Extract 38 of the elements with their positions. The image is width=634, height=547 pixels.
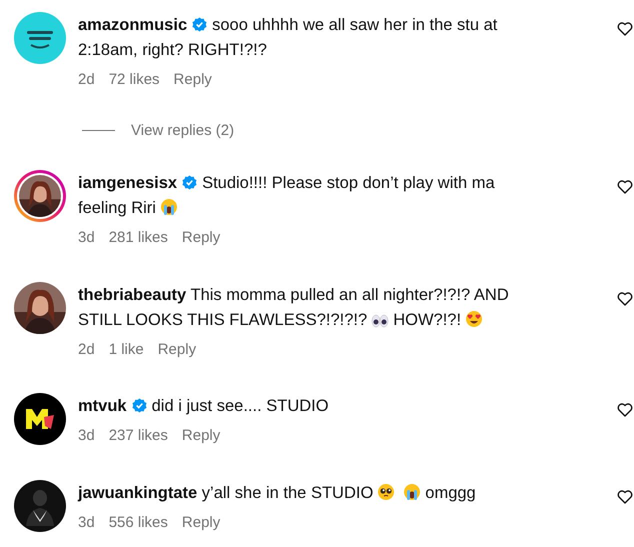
like-count: 556 likes	[108, 512, 168, 532]
like-count: 281 likes	[108, 228, 168, 248]
reply-button[interactable]: Reply	[182, 512, 220, 534]
comment-text: mtvuk did i just see.... STUDIO	[78, 396, 330, 417]
username-link[interactable]: thebriabeauty	[78, 286, 186, 304]
heart-eyes-face-icon	[465, 310, 484, 328]
like-heart-icon[interactable]	[617, 22, 633, 36]
comment-text: jawuankingtate y’all she in the STUDIO omggg	[78, 482, 477, 504]
eyes-icon	[371, 314, 390, 328]
comment-time: 2d	[78, 70, 95, 90]
comment-time: 3d	[78, 228, 95, 248]
comment-time: 2d	[78, 340, 95, 360]
comment-text: thebriabeauty This momma pulled an all nighter?!?!? AND STILL LOOKS THIS FLAWLESS?!?!?!? HOW?!?!	[78, 284, 510, 330]
like-heart-icon[interactable]	[617, 403, 633, 417]
like-heart-icon[interactable]	[617, 490, 633, 504]
crying-face-icon	[160, 198, 178, 216]
reply-button[interactable]: Reply	[182, 425, 220, 448]
comment-text: iamgenesisx Studio!!!! Please stop don’t play with ma feeling Riri	[78, 173, 496, 219]
username-link[interactable]: iamgenesisx	[78, 174, 178, 192]
like-count: 72 likes	[108, 70, 160, 90]
crying-face-icon	[403, 482, 422, 500]
like-count: 237 likes	[108, 426, 168, 446]
pleading-face-icon	[377, 482, 396, 500]
username-link[interactable]: amazonmusic	[78, 16, 188, 34]
like-heart-icon[interactable]	[617, 292, 633, 306]
comment-time: 3d	[78, 426, 95, 446]
comment-text: amazonmusic sooo uhhhh we all saw her in the stu at 2:18am, right? RIGHT!?!?	[78, 15, 498, 61]
avatar-logo[interactable]	[14, 12, 66, 64]
username-link[interactable]: jawuankingtate	[78, 484, 198, 502]
comment-time: 3d	[78, 512, 95, 532]
like-count: 1 like	[108, 340, 144, 360]
reply-button[interactable]: Reply	[182, 227, 220, 250]
avatar-logo[interactable]	[14, 393, 66, 445]
reply-button[interactable]: Reply	[158, 338, 196, 361]
view-replies-button[interactable]: View replies (2)	[131, 120, 234, 142]
username-link[interactable]: mtvuk	[78, 397, 127, 415]
like-heart-icon[interactable]	[617, 180, 633, 194]
reply-button[interactable]: Reply	[174, 69, 212, 92]
